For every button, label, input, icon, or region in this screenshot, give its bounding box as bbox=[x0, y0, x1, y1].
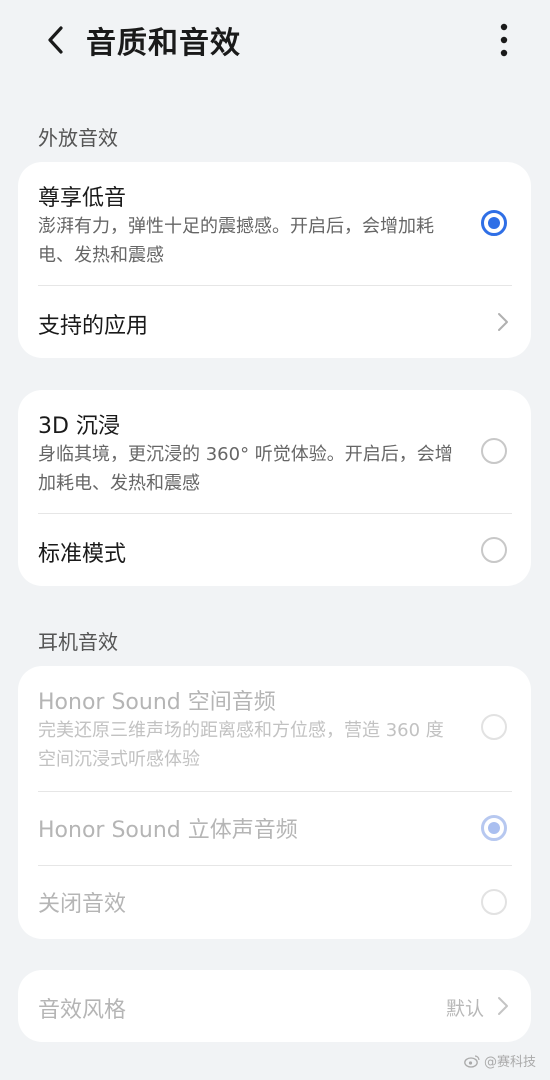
section-label-speaker: 外放音效 bbox=[38, 126, 118, 150]
watermark-text: @赛科技 bbox=[483, 1055, 536, 1070]
sound-style-value: 默认 bbox=[446, 998, 485, 1020]
effects-off-option[interactable]: 关闭音效 bbox=[18, 866, 531, 939]
honor-stereo-audio-option[interactable]: Honor Sound 立体声音频 bbox=[18, 792, 531, 864]
speaker-effects-card: 尊享低音 澎湃有力，弹性十足的震撼感。开启后，会增加耗电、发热和震感 支持的应用 bbox=[18, 162, 531, 358]
premium-bass-title: 尊享低音 bbox=[38, 186, 127, 211]
premium-bass-option[interactable]: 尊享低音 澎湃有力，弹性十足的震撼感。开启后，会增加耗电、发热和震感 bbox=[18, 162, 531, 284]
chevron-left-icon bbox=[48, 26, 63, 54]
immersive-3d-description: 身临其境，更沉浸的 360° 听觉体验。开启后，会增加耗电、发热和震感 bbox=[38, 444, 453, 494]
section-label-headphones: 耳机音效 bbox=[38, 630, 118, 654]
more-vertical-icon bbox=[500, 23, 508, 57]
premium-bass-radio[interactable] bbox=[481, 210, 507, 236]
speaker-mode-card: 3D 沉浸 身临其境，更沉浸的 360° 听觉体验。开启后，会增加耗电、发热和震… bbox=[18, 390, 531, 586]
more-options-button[interactable] bbox=[488, 20, 520, 60]
immersive-3d-radio[interactable] bbox=[481, 438, 507, 464]
standard-mode-title: 标准模式 bbox=[38, 542, 127, 567]
headphone-effects-card: Honor Sound 空间音频 完美还原三维声场的距离感和方位感，营造 360… bbox=[18, 666, 531, 939]
sound-style-row[interactable]: 音效风格 默认 bbox=[18, 970, 531, 1042]
premium-bass-description: 澎湃有力，弹性十足的震撼感。开启后，会增加耗电、发热和震感 bbox=[38, 216, 434, 266]
honor-stereo-audio-radio[interactable] bbox=[481, 815, 507, 841]
honor-spatial-audio-description: 完美还原三维声场的距离感和方位感，营造 360 度空间沉浸式听感体验 bbox=[38, 720, 444, 770]
watermark: @赛科技 bbox=[464, 1051, 536, 1070]
supported-apps-label: 支持的应用 bbox=[38, 314, 149, 339]
immersive-3d-option[interactable]: 3D 沉浸 身临其境，更沉浸的 360° 听觉体验。开启后，会增加耗电、发热和震… bbox=[18, 390, 531, 512]
standard-mode-option[interactable]: 标准模式 bbox=[18, 514, 531, 586]
immersive-3d-title: 3D 沉浸 bbox=[38, 414, 120, 439]
honor-spatial-audio-radio[interactable] bbox=[481, 714, 507, 740]
back-button[interactable] bbox=[38, 22, 74, 58]
effects-off-title: 关闭音效 bbox=[38, 892, 127, 917]
honor-spatial-audio-option[interactable]: Honor Sound 空间音频 完美还原三维声场的距离感和方位感，营造 360… bbox=[18, 666, 531, 790]
honor-spatial-audio-title: Honor Sound 空间音频 bbox=[38, 690, 276, 715]
weibo-logo-icon bbox=[464, 1054, 480, 1068]
chevron-right-icon bbox=[493, 996, 513, 1016]
honor-stereo-audio-title: Honor Sound 立体声音频 bbox=[38, 818, 298, 843]
standard-mode-radio[interactable] bbox=[481, 537, 507, 563]
supported-apps-row[interactable]: 支持的应用 bbox=[18, 286, 531, 358]
chevron-right-icon bbox=[493, 312, 513, 332]
sound-style-label: 音效风格 bbox=[38, 998, 127, 1023]
page-title: 音质和音效 bbox=[86, 26, 241, 61]
effects-off-radio[interactable] bbox=[481, 889, 507, 915]
sound-style-card: 音效风格 默认 bbox=[18, 970, 531, 1042]
top-bar: 音质和音效 bbox=[0, 0, 550, 80]
